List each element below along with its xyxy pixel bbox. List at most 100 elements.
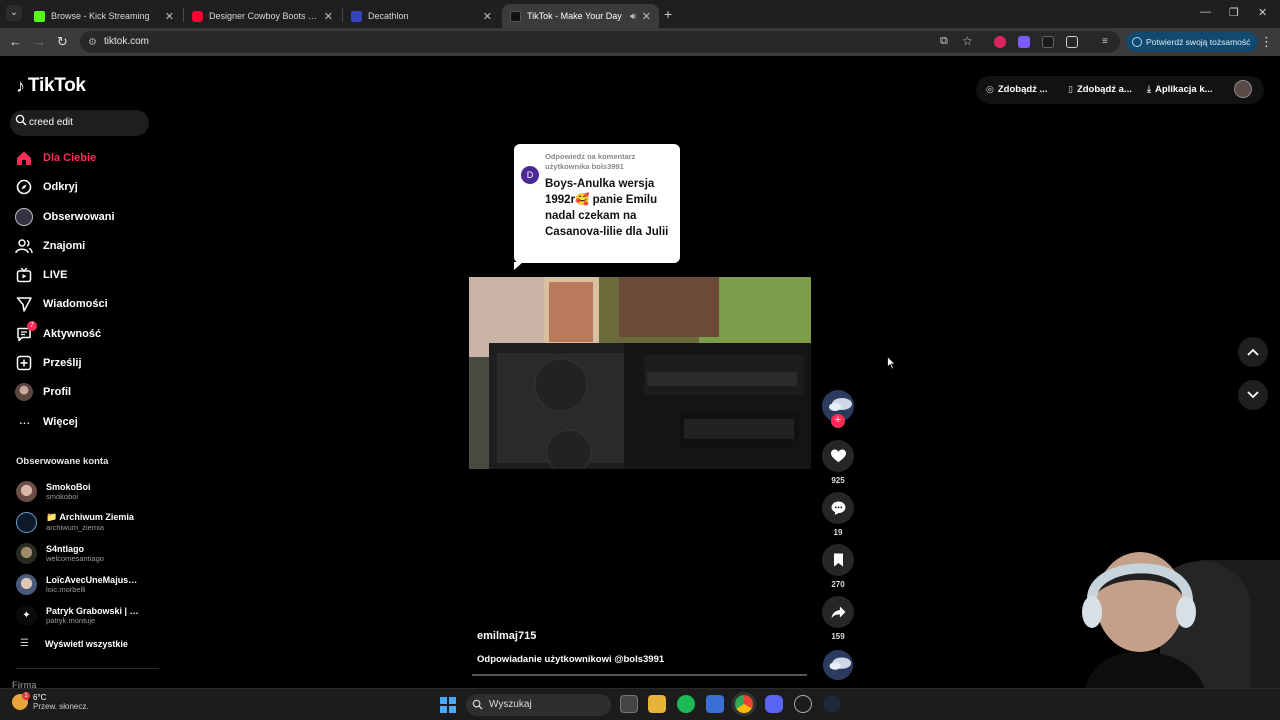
share-button[interactable] [822, 596, 854, 628]
new-tab-button[interactable]: + [664, 6, 672, 22]
tab-title: Decathlon [368, 11, 409, 21]
verify-identity-chip[interactable]: Potwierdź swoją tożsamość [1126, 32, 1259, 52]
sidebar-item-messages[interactable]: Wiadomości [14, 293, 108, 315]
back-icon[interactable]: ← [9, 34, 22, 49]
chevron-down-icon [1247, 391, 1259, 399]
site-info-icon[interactable]: ⚙︎ [88, 37, 97, 48]
get-coins-button[interactable]: ◎ Zdobądź ... [986, 84, 1047, 95]
next-video-button[interactable] [1238, 380, 1268, 410]
show-all-label: Wyświetl wszystkie [45, 638, 128, 649]
tab-search-button[interactable]: ⌄ [6, 5, 22, 21]
maximize-icon[interactable]: ❐ [1229, 6, 1239, 19]
sidebar-item-upload[interactable]: Prześlij [14, 352, 82, 374]
sidebar-item-following[interactable]: Obserwowani [14, 206, 115, 228]
reply-comment-sticker: D Odpowiedz na komentarz użytkownika bol… [514, 144, 680, 270]
minimize-icon[interactable]: — [1200, 6, 1211, 18]
tiktok-logo[interactable]: ♪ TikTok [16, 75, 86, 97]
home-icon [14, 148, 34, 168]
verify-label: Potwierdź swoją tożsamość [1146, 37, 1251, 47]
steam-icon[interactable] [823, 695, 841, 713]
tiktok-icon [510, 10, 521, 22]
following-account[interactable]: SmokoBoi smokoboi [16, 478, 156, 504]
sound-disc[interactable] [823, 650, 853, 680]
follow-button[interactable]: + [831, 414, 845, 428]
spotify-icon[interactable] [677, 695, 695, 713]
video-progress-bar[interactable] [472, 674, 807, 676]
url-text[interactable]: tiktok.com [104, 36, 149, 47]
avatar: ✦ [16, 604, 37, 626]
avatar [16, 542, 37, 564]
tab-tiktok[interactable]: TikTok - Make Your Day 🔊︎ ✕ [502, 4, 659, 28]
chrome-icon[interactable] [735, 695, 753, 713]
reading-list-icon[interactable]: ≡ [1102, 36, 1114, 48]
kick-icon [34, 10, 45, 22]
browser-menu-icon[interactable]: ⋮ [1260, 34, 1273, 50]
extension-icon[interactable] [994, 36, 1006, 48]
browser-tab-strip: ⌄ Browse - Kick Streaming ✕ Designer Cow… [0, 0, 1280, 28]
taskbar-search[interactable]: Wyszukaj [466, 694, 611, 716]
following-account[interactable]: S4ntIago welcomesantiago [16, 540, 156, 566]
following-accounts-title: Obserwowane konta [16, 456, 109, 467]
friends-icon [14, 236, 34, 256]
nav-label: Więcej [43, 416, 78, 428]
tab-kick[interactable]: Browse - Kick Streaming ✕ [26, 4, 182, 28]
nav-label: Aktywność [43, 328, 102, 340]
close-icon[interactable]: ✕ [642, 10, 651, 23]
close-icon[interactable]: ✕ [165, 10, 174, 23]
get-app-button[interactable]: ▯ Zdobądź a... [1068, 84, 1132, 95]
nav-label: LIVE [43, 269, 68, 281]
reload-icon[interactable]: ↻ [57, 34, 68, 50]
show-all-link[interactable]: ☰ Wyświetl wszystkie [20, 638, 128, 649]
weather-temp: 6°C [33, 693, 47, 702]
store-icon[interactable] [706, 695, 724, 713]
sidebar-item-activity[interactable]: 7 Aktywność [14, 321, 102, 345]
address-bar[interactable]: ⚙︎ tiktok.com ⧉ ☆ [80, 31, 1120, 53]
more-icon: ··· [18, 414, 31, 430]
following-account[interactable]: LoïcAvecUneMajuscule loic.morbelli [16, 571, 156, 597]
file-explorer-icon[interactable] [648, 695, 666, 713]
extensions-puzzle-icon[interactable] [1066, 36, 1078, 48]
sidebar-item-live[interactable]: LIVE [14, 264, 67, 286]
discord-icon[interactable] [765, 695, 783, 713]
windows-start-icon[interactable] [440, 697, 456, 713]
search-value: creed edit [29, 117, 73, 128]
mouse-cursor [887, 356, 896, 370]
video-author[interactable]: emilmaj715 [477, 630, 536, 642]
extension-icon[interactable] [1018, 36, 1030, 48]
close-icon[interactable]: ✕ [324, 10, 333, 23]
weather-sun-icon: 1 [12, 692, 30, 710]
tab-youtube[interactable]: Designer Cowboy Boots - YouTube ✕ [184, 4, 341, 28]
sidebar-item-more[interactable]: ··· Więcej [14, 411, 78, 433]
sidebar-item-profile[interactable]: Profil [14, 381, 71, 403]
install-app-icon[interactable]: ⧉ [940, 35, 948, 48]
bookmark-star-icon[interactable]: ☆ [962, 34, 973, 48]
window-close-icon[interactable]: ✕ [1258, 6, 1267, 19]
save-count: 270 [831, 580, 845, 589]
desktop-app-button[interactable]: ⤓ Aplikacja k... [1147, 84, 1213, 95]
tab-decathlon[interactable]: Decathlon ✕ [343, 4, 500, 28]
sidebar-item-for-you[interactable]: Dla Ciebie [14, 147, 96, 169]
button-label: Zdobądź ... [997, 84, 1048, 95]
search-input[interactable]: creed edit [10, 110, 149, 136]
settings-gear-icon[interactable] [794, 695, 812, 713]
comment-button[interactable] [822, 492, 854, 524]
video-frame [469, 277, 811, 469]
sidebar-item-explore[interactable]: Odkryj [14, 176, 78, 198]
task-view-icon[interactable] [620, 695, 638, 713]
video-player[interactable] [469, 277, 811, 469]
previous-video-button[interactable] [1238, 337, 1268, 367]
decathlon-icon [351, 10, 362, 22]
save-button[interactable] [822, 544, 854, 576]
like-button[interactable] [822, 440, 854, 472]
forward-icon[interactable]: → [33, 34, 46, 49]
extension-icon[interactable] [1042, 36, 1054, 48]
following-account[interactable]: 📁 Archiwum Ziemia archiwum_ziemia [16, 509, 156, 535]
close-icon[interactable]: ✕ [483, 10, 492, 23]
comment-count: 19 [833, 528, 843, 537]
weather-widget[interactable]: 1 6°C Przew. słonecz. [12, 692, 89, 711]
footer-company-link[interactable]: Firma [12, 680, 37, 688]
following-account[interactable]: ✦ Patryk Grabowski | Montażpatryk.montuj… [16, 602, 156, 628]
audio-playing-icon[interactable]: 🔊︎ [630, 11, 636, 22]
user-avatar[interactable] [1234, 80, 1252, 98]
sidebar-item-friends[interactable]: Znajomi [14, 235, 85, 257]
